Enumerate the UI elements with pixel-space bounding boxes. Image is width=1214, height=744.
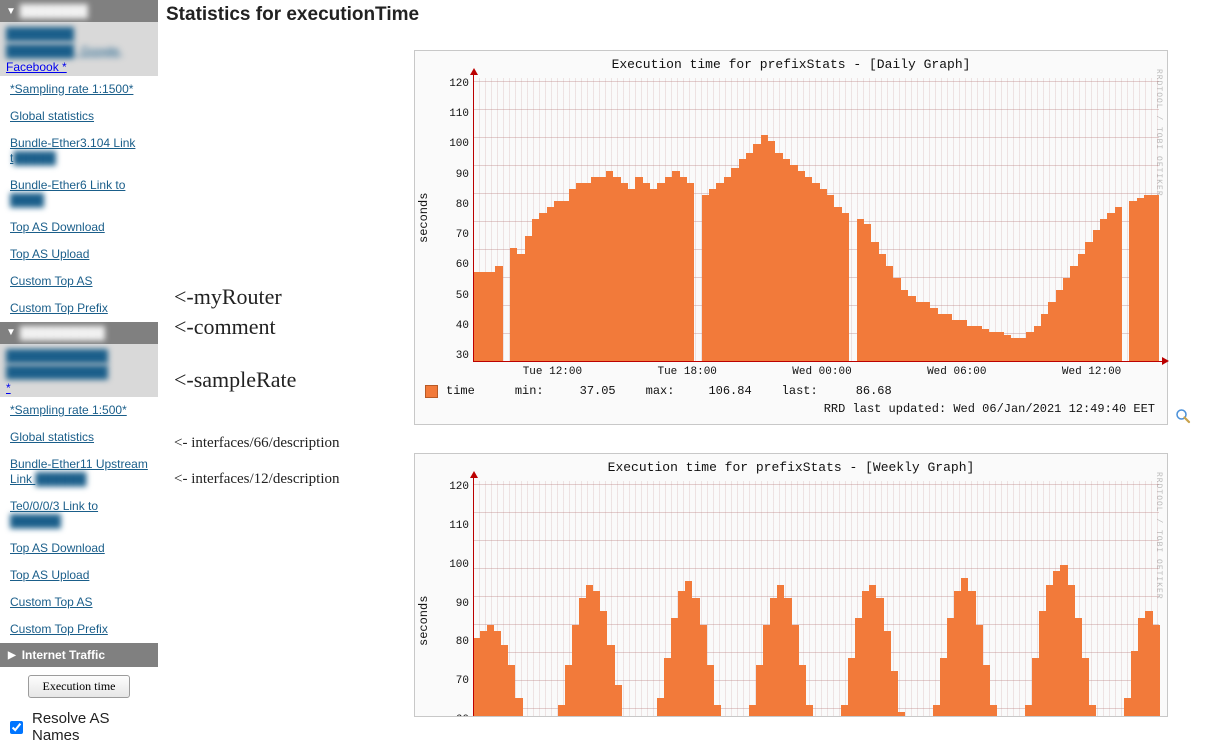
- sidebar-item[interactable]: *Sampling rate 1:500*: [0, 397, 158, 424]
- sidebar-section-header-1[interactable]: ▼ ████████: [0, 0, 158, 22]
- legend-last: 86.68: [856, 384, 892, 398]
- sidebar-item[interactable]: Top AS Download: [0, 535, 158, 562]
- sidebar-item[interactable]: Custom Top Prefix: [0, 295, 158, 322]
- legend-swatch: [425, 385, 438, 398]
- annot-samplerate: <-sampleRate: [174, 365, 414, 395]
- zoom-icon[interactable]: [1174, 407, 1192, 425]
- sidebar-item[interactable]: Te0/0/0/3 Link to ██████: [0, 493, 158, 535]
- y-axis-label: seconds: [415, 477, 433, 717]
- sidebar: ▼ ████████ ████████ ████████, Google, Fa…: [0, 0, 158, 744]
- annotation-column: . <-myRouter <-comment <-sampleRate <- i…: [158, 0, 414, 497]
- panel-link-facebook[interactable]: Facebook *: [6, 60, 67, 74]
- sidebar-list-2: *Sampling rate 1:500*Global statisticsBu…: [0, 397, 158, 643]
- legend-row: time min: 37.05 max: 106.84 last: 86.68: [415, 378, 1167, 402]
- legend-min: 37.05: [580, 384, 616, 398]
- daily-graph: RRDTOOL / TOBI OETIKER Execution time fo…: [414, 50, 1168, 425]
- chevron-down-icon: ▼: [6, 327, 16, 338]
- sidebar-item[interactable]: Global statistics: [0, 424, 158, 451]
- sidebar-item[interactable]: Custom Top AS: [0, 589, 158, 616]
- y-axis-label: seconds: [415, 74, 433, 362]
- main-content: Statistics for executionTime RRDTOOL / T…: [414, 0, 1214, 717]
- panel-link-star[interactable]: *: [6, 381, 11, 395]
- sidebar-item[interactable]: Custom Top AS: [0, 268, 158, 295]
- annot-myrouter: <-myRouter: [174, 282, 414, 312]
- sidebar-item-label: Internet Traffic: [22, 648, 105, 662]
- sidebar-item[interactable]: Top AS Upload: [0, 562, 158, 589]
- annot-iface66: <- interfaces/66/description: [174, 425, 414, 461]
- annot-comment: <-comment: [174, 312, 414, 342]
- resolve-as-names-checkbox[interactable]: Resolve AS Names: [0, 704, 158, 744]
- weekly-graph: RRDTOOL / TOBI OETIKER Execution time fo…: [414, 453, 1168, 717]
- rrd-last-updated: RRD last updated: Wed 06/Jan/2021 12:49:…: [415, 402, 1167, 424]
- sidebar-panel-1: ████████ ████████, Google, Facebook *: [0, 22, 158, 76]
- sidebar-item-internet-traffic[interactable]: ▶ Internet Traffic: [0, 643, 158, 667]
- resolve-as-names-label: Resolve AS Names: [32, 710, 158, 744]
- annot-iface12: <- interfaces/12/description: [174, 461, 414, 497]
- sidebar-item[interactable]: Bundle-Ether6 Link to ████: [0, 172, 158, 214]
- sidebar-item[interactable]: Bundle-Ether11 Upstream Link ██████: [0, 451, 158, 493]
- sidebar-panel-2: ████████████ ████████████ *: [0, 344, 158, 398]
- legend-max: 106.84: [708, 384, 751, 398]
- sidebar-item[interactable]: *Sampling rate 1:1500*: [0, 76, 158, 103]
- sidebar-item[interactable]: Global statistics: [0, 103, 158, 130]
- graph-title-weekly: Execution time for prefixStats - [Weekly…: [415, 454, 1167, 477]
- sidebar-item[interactable]: Top AS Upload: [0, 241, 158, 268]
- chevron-down-icon: ▼: [6, 6, 16, 17]
- execution-time-button[interactable]: Execution time: [28, 675, 131, 698]
- play-icon: ▶: [8, 650, 16, 661]
- section-title-blurred: ████████: [20, 4, 88, 18]
- legend-name: time: [446, 384, 475, 398]
- page-title: Statistics for executionTime: [166, 4, 1202, 26]
- sidebar-item[interactable]: Bundle-Ether3.104 Link t█████: [0, 130, 158, 172]
- sidebar-item[interactable]: Top AS Download: [0, 214, 158, 241]
- section-title-blurred: ██████████: [20, 326, 105, 340]
- graph-title-daily: Execution time for prefixStats - [Daily …: [415, 51, 1167, 74]
- sidebar-list-1: *Sampling rate 1:1500*Global statisticsB…: [0, 76, 158, 322]
- resolve-as-names-input[interactable]: [10, 721, 23, 734]
- sidebar-section-header-2[interactable]: ▼ ██████████: [0, 322, 158, 344]
- sidebar-item[interactable]: Custom Top Prefix: [0, 616, 158, 643]
